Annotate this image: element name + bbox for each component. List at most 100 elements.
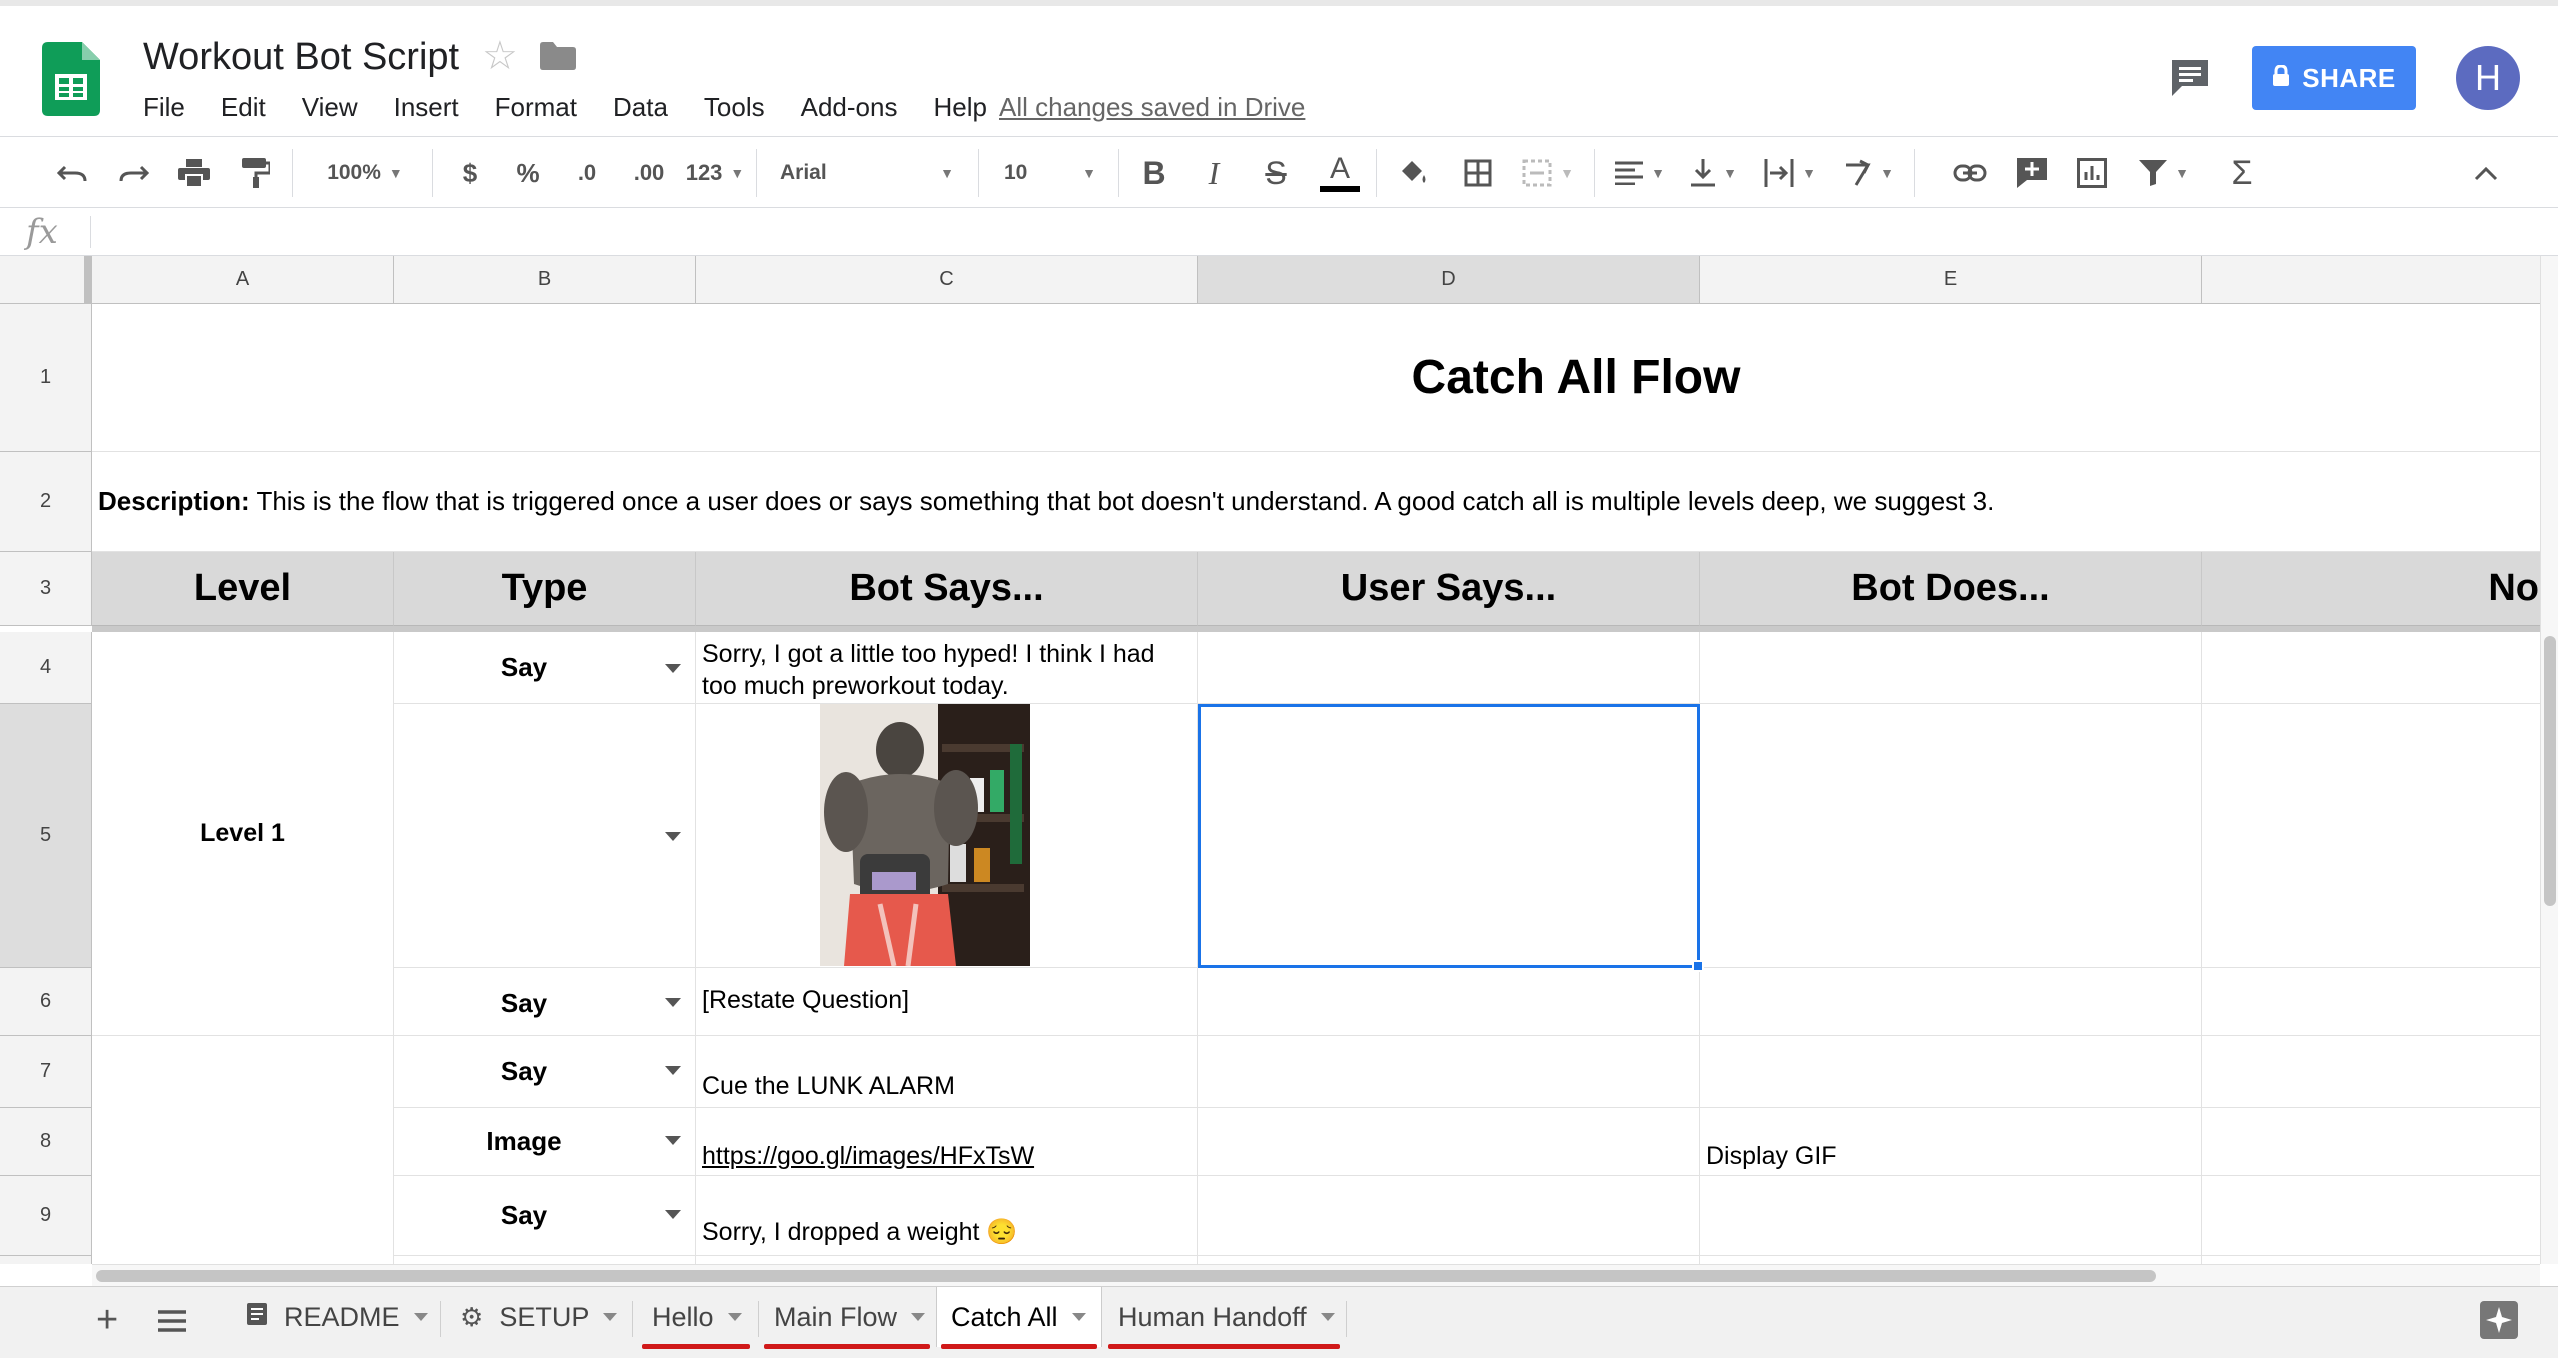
bot-does-row-9[interactable]	[1700, 1176, 2202, 1256]
fill-color-icon[interactable]	[1394, 137, 1434, 209]
bold-icon[interactable]: B	[1136, 137, 1172, 209]
level-1-cell[interactable]: Level 1	[92, 632, 394, 1036]
type-dropdown-row-6[interactable]: Say	[394, 968, 696, 1036]
row-header-10[interactable]	[0, 1256, 92, 1264]
bot-says-row-9[interactable]: Sorry, I dropped a weight 😔	[696, 1176, 1198, 1256]
functions-icon[interactable]: Σ	[2222, 137, 2262, 209]
chevron-down-icon[interactable]	[1071, 1313, 1086, 1321]
decrease-decimals-button[interactable]: .0	[566, 137, 608, 209]
column-header-e[interactable]: E	[1700, 256, 2202, 304]
row-header-4[interactable]: 4	[0, 632, 92, 704]
dropdown-arrow-icon[interactable]	[665, 1066, 681, 1075]
notes-row-6[interactable]	[2202, 968, 2540, 1036]
bot-does-row-7[interactable]	[1700, 1036, 2202, 1108]
add-sheet-button[interactable]: +	[96, 1301, 118, 1339]
type-dropdown-row-5[interactable]	[394, 704, 696, 968]
vertical-scrollbar-thumb[interactable]	[2544, 636, 2556, 906]
sheet-tab-catch-all[interactable]: Catch All	[936, 1287, 1102, 1349]
text-rotation-icon[interactable]: ▼	[1836, 137, 1900, 209]
paint-format-icon[interactable]	[236, 137, 276, 209]
bot-does-row-8[interactable]: Display GIF	[1700, 1108, 2202, 1176]
column-header-c[interactable]: C	[696, 256, 1198, 304]
horizontal-align-icon[interactable]: ▼	[1610, 137, 1670, 209]
fill-handle[interactable]	[1692, 960, 1704, 972]
collapse-toolbar-icon[interactable]	[2466, 137, 2506, 209]
borders-icon[interactable]	[1458, 137, 1498, 209]
chevron-down-icon[interactable]	[413, 1313, 428, 1321]
menu-format[interactable]: Format	[495, 92, 577, 123]
bot-says-row-8-link[interactable]: https://goo.gl/images/HFxTsW	[696, 1108, 1198, 1176]
level-2-cell[interactable]	[92, 1036, 394, 1264]
notes-row-9[interactable]	[2202, 1176, 2540, 1256]
notes-row-8[interactable]	[2202, 1108, 2540, 1176]
chevron-down-icon[interactable]	[911, 1313, 926, 1321]
dropdown-arrow-icon[interactable]	[665, 664, 681, 673]
folder-icon[interactable]	[540, 42, 576, 75]
currency-format-button[interactable]: $	[452, 137, 488, 209]
user-says-row-4[interactable]	[1198, 632, 1700, 704]
dropdown-arrow-icon[interactable]	[665, 1136, 681, 1145]
insert-chart-icon[interactable]	[2072, 137, 2112, 209]
user-says-row-9[interactable]	[1198, 1176, 1700, 1256]
notes-row-4[interactable]	[2202, 632, 2540, 704]
menu-add-ons[interactable]: Add-ons	[801, 92, 898, 123]
bot-says-row-4[interactable]: Sorry, I got a little too hyped! I think…	[696, 632, 1198, 704]
select-all-corner[interactable]	[0, 256, 92, 304]
explore-icon[interactable]	[2480, 1301, 2518, 1339]
row-header-1[interactable]: 1	[0, 304, 92, 452]
column-header-a[interactable]: A	[92, 256, 394, 304]
zoom-select[interactable]: 100% ▼	[310, 137, 420, 209]
chevron-down-icon[interactable]	[727, 1313, 742, 1321]
menu-help[interactable]: Help	[933, 92, 986, 123]
account-avatar[interactable]: H	[2456, 46, 2520, 110]
bot-does-row-6[interactable]	[1700, 968, 2202, 1036]
bot-does-row-4[interactable]	[1700, 632, 2202, 704]
undo-icon[interactable]	[52, 137, 92, 209]
column-header-d[interactable]: D	[1198, 256, 1700, 304]
dropdown-arrow-icon[interactable]	[665, 1210, 681, 1219]
dropdown-arrow-icon[interactable]	[665, 832, 681, 841]
sheet-tab-hello[interactable]: Hello	[638, 1287, 754, 1349]
user-says-row-5[interactable]	[1198, 704, 1700, 968]
strikethrough-icon[interactable]: S	[1258, 137, 1294, 209]
menu-insert[interactable]: Insert	[394, 92, 459, 123]
sheet-tab-human-handoff[interactable]: Human Handoff	[1104, 1287, 1344, 1349]
row-header-2[interactable]: 2	[0, 452, 92, 552]
column-header-b[interactable]: B	[394, 256, 696, 304]
row-header-3[interactable]: 3	[0, 552, 92, 626]
vertical-align-icon[interactable]: ▼	[1684, 137, 1744, 209]
percent-format-button[interactable]: %	[510, 137, 546, 209]
menu-edit[interactable]: Edit	[221, 92, 266, 123]
bot-does-row-10[interactable]	[1700, 1256, 2202, 1264]
row-header-5[interactable]: 5	[0, 704, 92, 968]
text-color-icon[interactable]: A	[1318, 137, 1362, 209]
print-icon[interactable]	[174, 137, 214, 209]
share-button[interactable]: SHARE	[2252, 46, 2416, 110]
header-type[interactable]: Type	[394, 552, 696, 626]
bot-says-row-7[interactable]: Cue the LUNK ALARM	[696, 1036, 1198, 1108]
sheet-tab-setup[interactable]: ⚙ SETUP	[446, 1287, 626, 1347]
user-says-row-7[interactable]	[1198, 1036, 1700, 1108]
document-title[interactable]: Workout Bot Script	[143, 36, 459, 79]
row-header-6[interactable]: 6	[0, 968, 92, 1036]
sheet-tab-readme[interactable]: README	[232, 1287, 432, 1347]
description-cell[interactable]: Description: This is the flow that is tr…	[92, 452, 2540, 552]
type-dropdown-row-4[interactable]: Say	[394, 632, 696, 704]
header-bot-does[interactable]: Bot Does...	[1700, 552, 2202, 626]
header-notes[interactable]: No	[2202, 552, 2540, 626]
text-wrapping-icon[interactable]: ▼	[1758, 137, 1822, 209]
menu-view[interactable]: View	[302, 92, 358, 123]
row-header-9[interactable]: 9	[0, 1176, 92, 1256]
dropdown-arrow-icon[interactable]	[665, 998, 681, 1007]
menu-file[interactable]: File	[143, 92, 185, 123]
bot-does-row-5[interactable]	[1700, 704, 2202, 968]
bodybuilder-image[interactable]	[820, 704, 1030, 966]
sheet-tab-main-flow[interactable]: Main Flow	[760, 1287, 934, 1349]
filter-icon[interactable]: ▼	[2132, 137, 2196, 209]
type-dropdown-row-10[interactable]	[394, 1256, 696, 1264]
user-says-row-6[interactable]	[1198, 968, 1700, 1036]
chevron-down-icon[interactable]	[1320, 1313, 1335, 1321]
star-icon[interactable]: ☆	[482, 36, 518, 76]
sheets-logo-icon[interactable]	[42, 42, 100, 116]
header-level[interactable]: Level	[92, 552, 394, 626]
